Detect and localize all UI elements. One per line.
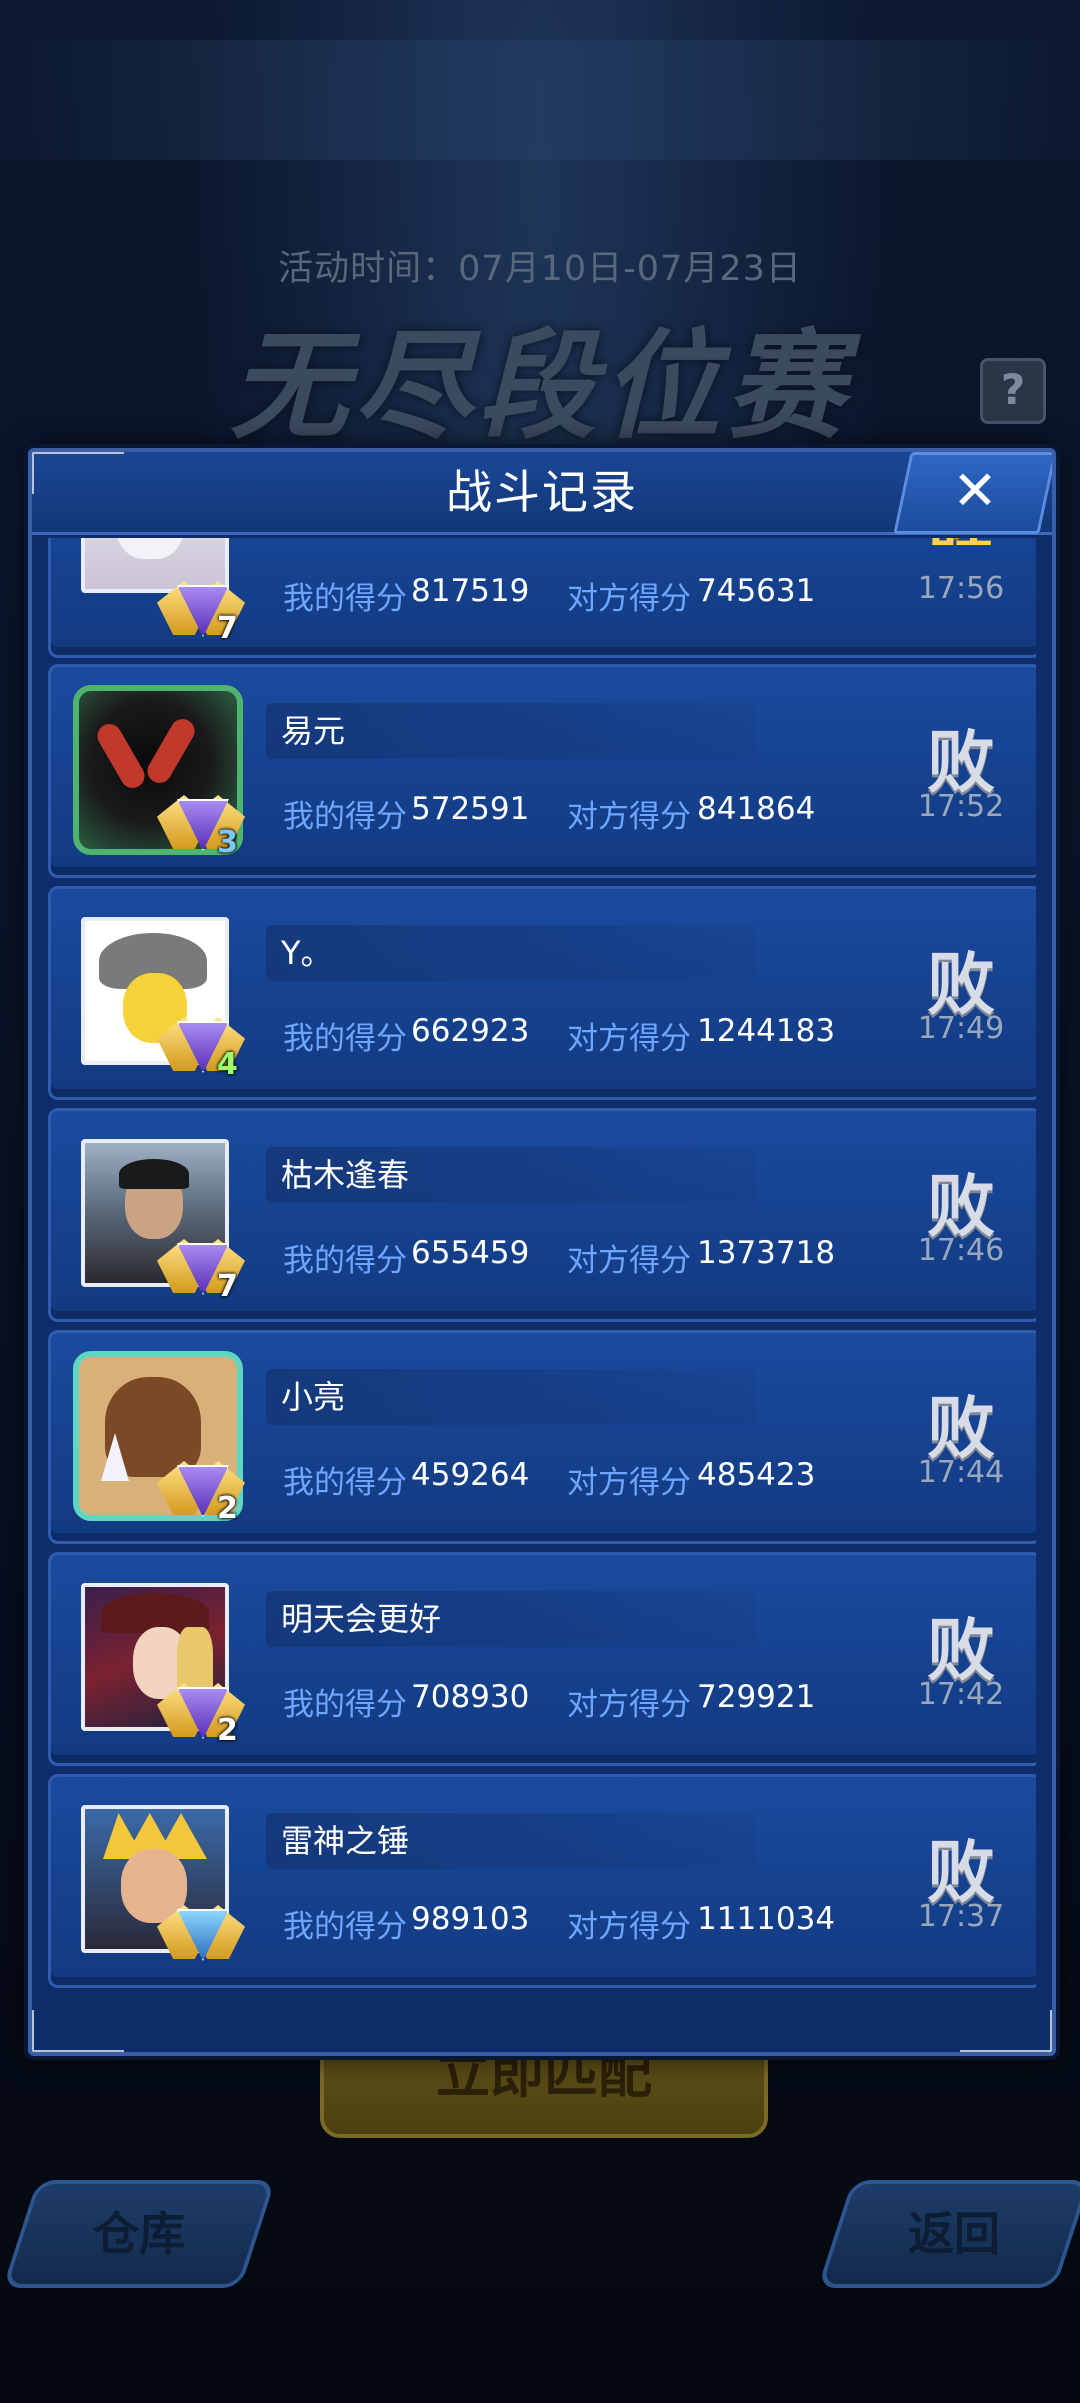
match-time: 17:37 [917, 1899, 1005, 1934]
rank-level: 7 [217, 611, 238, 646]
avatar-chopstick [143, 714, 199, 788]
rank-level: 2 [217, 1491, 238, 1526]
player-name: 小亮 [281, 1378, 346, 1416]
opponent-score-value: 745631 [697, 573, 816, 609]
my-score-value: 655459 [411, 1235, 530, 1271]
help-button[interactable]: ? [980, 358, 1046, 424]
rank-badge [157, 1899, 245, 1971]
my-score-value: 989103 [411, 1901, 530, 1937]
storage-button[interactable]: 仓库 [2, 2180, 276, 2288]
my-score-value: 708930 [411, 1679, 530, 1715]
match-time: 17:44 [917, 1455, 1005, 1490]
opponent-score-label: 对方得分 [567, 581, 691, 617]
record-row[interactable]: 2 明天会更好 我的得分 708930 对方得分 729921 败 17:42 [48, 1552, 1036, 1766]
opponent-score-value: 485423 [697, 1457, 816, 1493]
match-time: 17:49 [917, 1011, 1005, 1046]
record-row[interactable]: 2 小亮 我的得分 459264 对方得分 485423 败 17:44 [48, 1330, 1036, 1544]
background-light-strip [0, 40, 1080, 160]
event-title-logo: 无尽段位赛 [229, 317, 850, 455]
player-name: 明天会更好 [281, 1600, 442, 1638]
rank-level: 7 [217, 1269, 238, 1304]
player-name: 枯木逢春 [281, 1156, 410, 1194]
rank-badge: 7 [157, 1233, 245, 1305]
record-row[interactable]: 雷神之锤 我的得分 989103 对方得分 1111034 败 17:37 [48, 1774, 1036, 1988]
my-score-value: 459264 [411, 1457, 530, 1493]
rank-badge: 2 [157, 1677, 245, 1749]
corner-decoration [32, 2010, 124, 2052]
opponent-score-label: 对方得分 [567, 799, 691, 835]
avatar-figure [115, 538, 185, 559]
player-name: Y。 [281, 934, 333, 972]
my-score-value: 817519 [411, 573, 530, 609]
record-row[interactable]: 7 枯木逢春 我的得分 655459 对方得分 1373718 败 17:46 [48, 1108, 1036, 1322]
opponent-score-value: 1373718 [697, 1235, 836, 1271]
opponent-score-value: 1111034 [697, 1901, 836, 1937]
opponent-score-label: 对方得分 [567, 1021, 691, 1057]
name-bar [266, 925, 756, 981]
close-icon: ✕ [952, 459, 999, 522]
corner-decoration [960, 2010, 1052, 2052]
opponent-score-label: 对方得分 [567, 1687, 691, 1723]
rank-badge: 7 [157, 575, 245, 647]
match-time: 17:56 [917, 571, 1005, 606]
result-win: 胜 [901, 538, 1021, 545]
corner-decoration [32, 452, 124, 494]
battle-record-dialog: 7 我的得分 817519 对方得分 745631 胜 17:56 3 易元 我… [28, 448, 1056, 2056]
rank-level: 2 [217, 1713, 238, 1748]
opponent-score-label: 对方得分 [567, 1243, 691, 1279]
my-score-label: 我的得分 [283, 1243, 407, 1279]
record-row[interactable]: 3 易元 我的得分 572591 对方得分 841864 败 17:52 [48, 664, 1036, 878]
my-score-label: 我的得分 [283, 1909, 407, 1945]
avatar-hair [119, 1159, 189, 1189]
close-button[interactable]: ✕ [893, 452, 1052, 534]
my-score-label: 我的得分 [283, 1687, 407, 1723]
my-score-label: 我的得分 [283, 799, 407, 835]
match-time: 17:52 [917, 789, 1005, 824]
rank-level: 4 [217, 1047, 238, 1082]
player-name: 易元 [281, 712, 346, 750]
my-score-label: 我的得分 [283, 1021, 407, 1057]
opponent-score-label: 对方得分 [567, 1465, 691, 1501]
event-time-text: 活动时间：07月10日-07月23日 [278, 249, 802, 289]
back-button[interactable]: 返回 [817, 2180, 1080, 2288]
rank-level: 3 [217, 825, 238, 860]
opponent-score-label: 对方得分 [567, 1909, 691, 1945]
rank-badge: 4 [157, 1011, 245, 1083]
record-row[interactable]: 4 Y。 我的得分 662923 对方得分 1244183 败 17:49 [48, 886, 1036, 1100]
dialog-header: 战斗记录 ✕ [32, 452, 1052, 535]
rank-badge: 2 [157, 1455, 245, 1527]
match-time: 17:46 [917, 1233, 1005, 1268]
opponent-score-value: 1244183 [697, 1013, 836, 1049]
my-score-value: 572591 [411, 791, 530, 827]
rank-badge: 3 [157, 789, 245, 861]
back-button-label: 返回 [908, 2207, 1000, 2261]
match-time: 17:42 [917, 1677, 1005, 1712]
opponent-score-value: 729921 [697, 1679, 816, 1715]
my-score-value: 662923 [411, 1013, 530, 1049]
record-list[interactable]: 7 我的得分 817519 对方得分 745631 胜 17:56 3 易元 我… [48, 538, 1036, 2038]
my-score-label: 我的得分 [283, 581, 407, 617]
record-row[interactable]: 7 我的得分 817519 对方得分 745631 胜 17:56 [48, 538, 1036, 658]
avatar-chopstick [93, 719, 149, 793]
my-score-label: 我的得分 [283, 1465, 407, 1501]
storage-button-label: 仓库 [93, 2207, 185, 2261]
player-name: 雷神之锤 [281, 1822, 410, 1860]
opponent-score-value: 841864 [697, 791, 816, 827]
